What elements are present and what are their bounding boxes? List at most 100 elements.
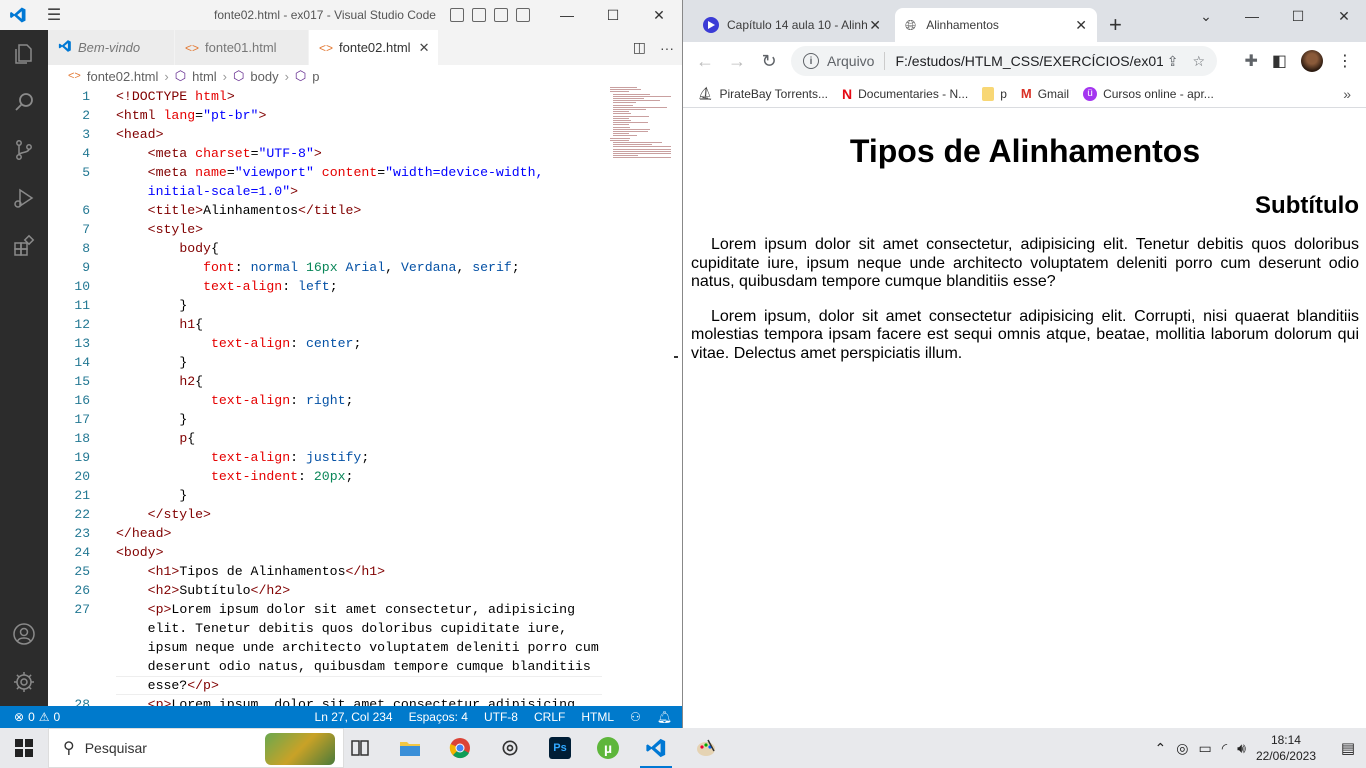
chevron-up-icon[interactable]: ⌃ [1155,740,1167,757]
code-line[interactable]: 19 text-align: justify; [48,448,608,467]
code-line[interactable]: initial-scale=1.0"> [48,182,608,201]
run-debug-icon[interactable] [0,174,48,222]
info-icon[interactable]: i [803,53,819,69]
more-actions-icon[interactable]: ··· [660,40,674,56]
bookmark-star-icon[interactable]: ☆ [1192,53,1205,70]
taskbar-search[interactable]: ⚲ Pesquisar [48,728,344,768]
code-line[interactable]: esse?</p> [48,676,608,695]
code-line[interactable]: 1 <!DOCTYPE html> [48,87,608,106]
language-mode[interactable]: HTML [581,710,614,724]
code-line[interactable]: 11 } [48,296,608,315]
code-line[interactable]: 12 h1{ [48,315,608,334]
minimize-icon[interactable]: — [544,0,590,30]
toggle-secondary-sidebar-icon[interactable] [494,8,508,22]
tab-fonte02[interactable]: <> fonte02.html ✕ [309,30,439,65]
code-line[interactable]: 8 body{ [48,239,608,258]
code-line[interactable]: 2 <html lang="pt-br"> [48,106,608,125]
cursor-position[interactable]: Ln 27, Col 234 [315,710,393,724]
code-line[interactable]: 15 h2{ [48,372,608,391]
maximize-icon[interactable]: ☐ [590,0,636,30]
breadcrumb-p[interactable]: p [312,69,319,84]
feedback-icon[interactable]: ⚇ [630,710,641,724]
code-line[interactable]: 6 <title>Alinhamentos</title> [48,201,608,220]
code-line[interactable]: 18 p{ [48,429,608,448]
split-editor-icon[interactable]: ◫ [633,39,646,56]
code-line[interactable]: 3 <head> [48,125,608,144]
code-editor[interactable]: 1 <!DOCTYPE html> 2 <html lang="pt-br"> 3 <he… [48,87,682,706]
code-line[interactable]: 5 <meta name="viewport" content="width=d… [48,163,608,182]
chrome-icon[interactable] [436,728,484,768]
encoding[interactable]: UTF-8 [484,710,518,724]
address-bar[interactable]: i Arquivo F:/estudos/HTLM_CSS/EXERCÍCIOS… [791,46,1217,76]
more-bookmarks-icon[interactable]: » [1343,86,1351,102]
bookmark-item[interactable]: M Gmail [1021,86,1069,101]
minimize-icon[interactable]: — [1229,0,1275,32]
photoshop-icon[interactable]: Ps [536,728,584,768]
url-text[interactable]: F:/estudos/HTLM_CSS/EXERCÍCIOS/ex017... [895,53,1163,69]
explorer-icon[interactable] [0,30,48,78]
close-icon[interactable]: ✕ [1321,0,1366,32]
line-ending[interactable]: CRLF [534,710,565,724]
share-icon[interactable]: ⇪ [1167,53,1179,70]
breadcrumb-file[interactable]: fonte02.html [87,69,159,84]
code-line[interactable]: 9 font: normal 16px Arial, Verdana, seri… [48,258,608,277]
settings-gear-icon[interactable] [486,728,534,768]
hamburger-menu-icon[interactable]: ☰ [36,0,72,30]
new-tab-icon[interactable]: + [1109,12,1122,38]
code-line[interactable]: 24 <body> [48,543,608,562]
code-line[interactable]: 17 } [48,410,608,429]
maximize-icon[interactable]: ☐ [1275,0,1321,32]
code-line[interactable]: 26 <h2>Subtítulo</h2> [48,581,608,600]
code-line[interactable]: 22 </style> [48,505,608,524]
code-line[interactable]: 21 } [48,486,608,505]
more-menu-icon[interactable]: ⋮ [1337,51,1353,71]
code-line[interactable]: 27 <p>Lorem ipsum dolor sit amet consect… [48,600,608,619]
extensions-puzzle-icon[interactable]: ✚ [1244,51,1257,71]
code-line[interactable]: 16 text-align: right; [48,391,608,410]
forward-icon[interactable]: → [721,45,753,77]
indentation[interactable]: Espaços: 4 [409,710,468,724]
notification-center-icon[interactable]: ▤ [1330,728,1366,768]
clock[interactable]: 18:14 22/06/2023 [1256,732,1316,764]
volume-icon[interactable]: 🔊︎ [1237,740,1246,757]
side-panel-icon[interactable]: ◧ [1272,51,1287,71]
tab-youtube[interactable]: Capítulo 14 aula 10 - Alinh ✕ [693,8,891,42]
close-icon[interactable]: ✕ [636,0,682,30]
utorrent-icon[interactable]: µ [584,728,632,768]
toggle-sidebar-icon[interactable] [450,8,464,22]
breadcrumb-body[interactable]: body [250,69,278,84]
bookmark-item[interactable]: ü Cursos online - apr... [1083,86,1214,101]
windows-start-icon[interactable] [0,728,48,768]
bookmark-item[interactable]: ⛵︎ PirateBay Torrents... [697,86,828,102]
code-line[interactable]: 28 <p>Lorem ipsum, dolor sit amet consec… [48,695,608,706]
code-line[interactable]: 25 <h1>Tipos de Alinhamentos</h1> [48,562,608,581]
close-tab-icon[interactable]: ✕ [869,17,881,34]
source-control-icon[interactable] [0,126,48,174]
vscode-icon[interactable] [632,728,680,768]
close-tab-icon[interactable]: ✕ [1075,17,1087,34]
code-line[interactable]: deserunt odio natus, quibusdam tempore c… [48,657,608,676]
code-line[interactable]: 10 text-align: left; [48,277,608,296]
code-line[interactable]: 20 text-indent: 20px; [48,467,608,486]
tab-alinhamentos[interactable]: 🌐︎ Alinhamentos ✕ [895,8,1097,42]
code-line[interactable]: elit. Tenetur debitis quos doloribus cup… [48,619,608,638]
extensions-icon[interactable] [0,222,48,270]
code-line[interactable]: 14 } [48,353,608,372]
back-icon[interactable]: ← [689,45,721,77]
meet-icon[interactable]: ◎ [1176,740,1188,757]
search-icon[interactable] [0,78,48,126]
task-view-icon[interactable] [336,728,384,768]
close-tab-icon[interactable]: ✕ [419,40,430,56]
code-line[interactable]: ipsum neque unde architecto voluptatem d… [48,638,608,657]
paint-icon[interactable] [682,728,730,768]
tab-search-icon[interactable]: ⌄ [1183,0,1229,32]
avatar[interactable] [1301,50,1323,72]
code-line[interactable]: 7 <style> [48,220,608,239]
settings-gear-icon[interactable] [0,658,48,706]
code-line[interactable]: 23 </head> [48,524,608,543]
accounts-icon[interactable] [0,610,48,658]
breadcrumb-html[interactable]: html [192,69,217,84]
battery-icon[interactable]: ▭ [1198,740,1211,757]
reload-icon[interactable]: ↻ [753,45,785,77]
bookmark-item[interactable]: p [982,86,1007,101]
